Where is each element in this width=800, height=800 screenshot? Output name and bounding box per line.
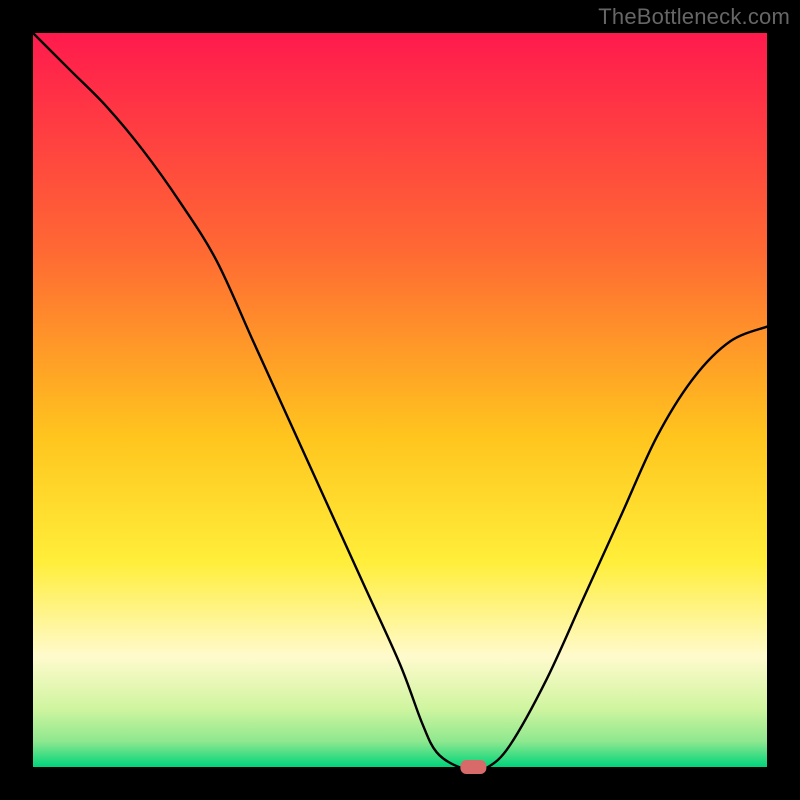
chart-gradient-background bbox=[33, 33, 767, 767]
bottleneck-chart bbox=[0, 0, 800, 800]
watermark-text: TheBottleneck.com bbox=[598, 4, 790, 30]
optimal-point-marker bbox=[460, 760, 486, 774]
